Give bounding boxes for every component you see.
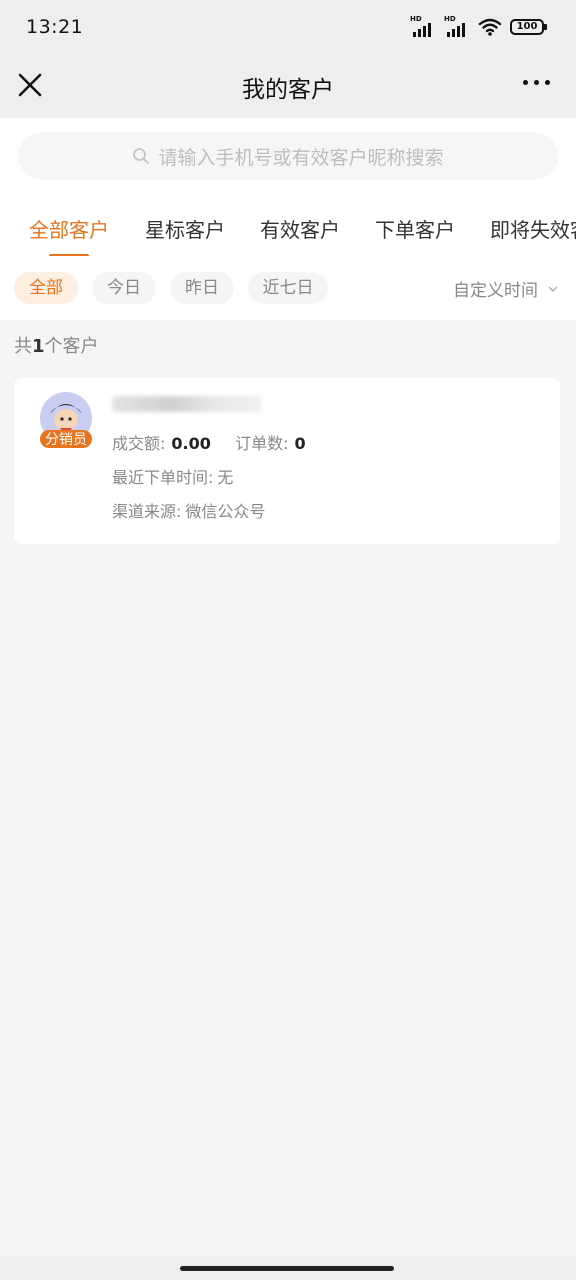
channel-source: 渠道来源: 微信公众号 xyxy=(112,502,266,521)
time-filters: 全部 今日 昨日 近七日 自定义时间 xyxy=(0,272,576,306)
nav-bar: 我的客户 xyxy=(0,56,576,118)
more-icon[interactable] xyxy=(523,80,550,85)
home-indicator[interactable] xyxy=(180,1266,394,1271)
tab-ordered-customers[interactable]: 下单客户 xyxy=(375,214,455,243)
source-value: 微信公众号 xyxy=(185,502,266,521)
signal-hd-label-2: HD xyxy=(444,15,456,23)
wifi-icon xyxy=(478,18,502,36)
status-time: 13:21 xyxy=(26,16,84,38)
chevron-down-icon xyxy=(548,286,558,292)
signal-icon: HD xyxy=(410,15,436,37)
custom-time-label: 自定义时间 xyxy=(453,281,538,301)
distributor-badge: 分销员 xyxy=(45,432,87,448)
avatar: 分销员 xyxy=(40,392,92,448)
signal-icon-2: HD xyxy=(444,15,470,37)
status-icons: HD HD 100 xyxy=(410,15,547,37)
search-icon xyxy=(133,148,150,164)
tab-starred-customers[interactable]: 星标客户 xyxy=(145,214,225,243)
customer-count: 共1个客户 xyxy=(14,336,99,357)
filter-yesterday[interactable]: 昨日 xyxy=(170,272,234,304)
amount-value: 0.00 xyxy=(171,434,211,453)
filter-all[interactable]: 全部 xyxy=(14,272,78,304)
tab-all-customers[interactable]: 全部客户 xyxy=(29,214,109,243)
battery-icon: 100 xyxy=(510,19,547,35)
filter-panel: 请输入手机号或有效客户昵称搜索 全部客户 星标客户 有效客户 下单客户 即将失效… xyxy=(0,118,576,320)
orders-value: 0 xyxy=(294,434,306,453)
customer-tabs: 全部客户 星标客户 有效客户 下单客户 即将失效客 xyxy=(0,208,576,256)
tab-active-indicator xyxy=(49,254,89,256)
tab-expiring-customers[interactable]: 即将失效客 xyxy=(490,214,576,243)
customer-name-redacted xyxy=(112,396,262,412)
page-title: 我的客户 xyxy=(242,77,334,103)
customer-stats: 成交额: 0.00 订单数: 0 xyxy=(112,434,306,453)
last-order-value: 无 xyxy=(217,468,234,487)
search-placeholder: 请输入手机号或有效客户昵称搜索 xyxy=(158,146,444,169)
filter-today[interactable]: 今日 xyxy=(92,272,156,304)
filter-last-7-days[interactable]: 近七日 xyxy=(248,272,328,304)
customer-count-value: 1 xyxy=(32,336,45,357)
status-bar: 13:21 HD HD 100 xyxy=(0,0,576,56)
tab-valid-customers[interactable]: 有效客户 xyxy=(260,214,340,243)
customer-card[interactable]: 分销员 成交额: 0.00 订单数: 0 最近下单时间: 无 渠道来源: 微信公众号 xyxy=(14,378,560,544)
custom-time-selector[interactable]: 自定义时间 xyxy=(453,276,558,301)
search-input[interactable]: 请输入手机号或有效客户昵称搜索 xyxy=(18,132,558,180)
signal-hd-label: HD xyxy=(410,15,422,23)
last-order-time: 最近下单时间: 无 xyxy=(112,468,234,487)
